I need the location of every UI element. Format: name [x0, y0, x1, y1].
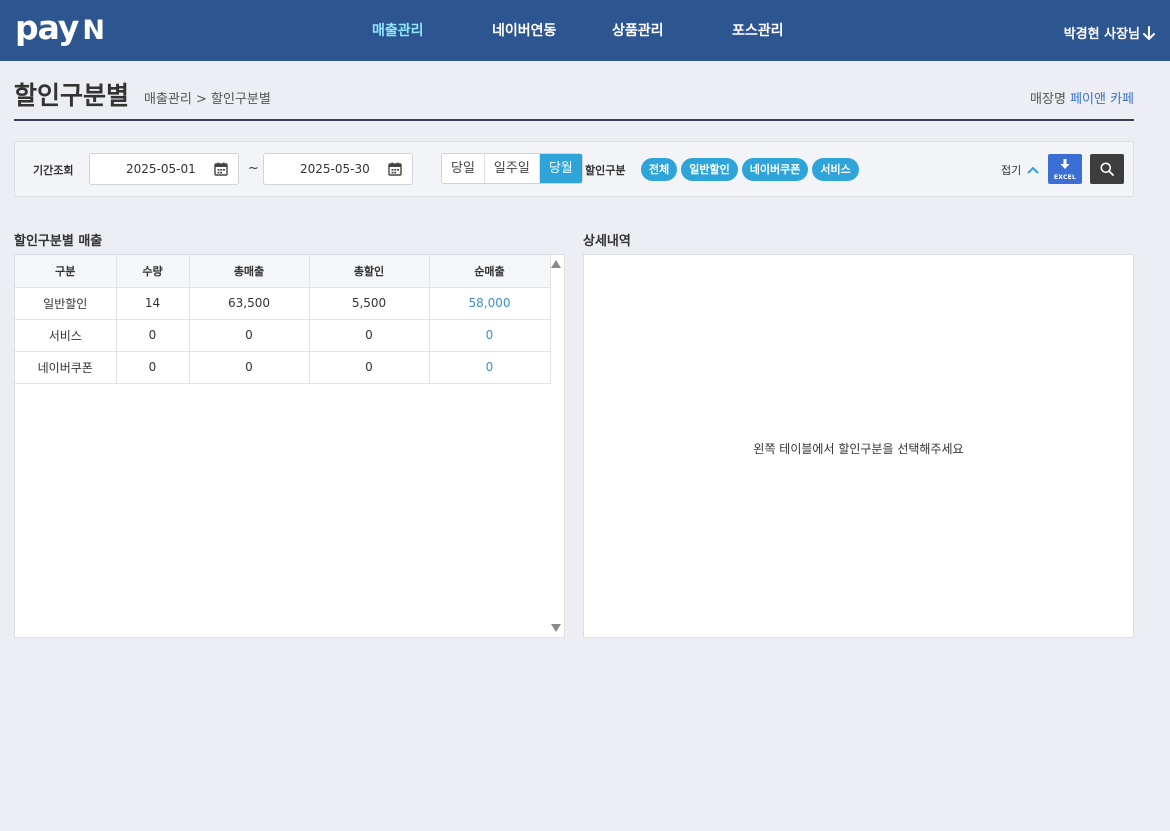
chevron-up-icon: [1027, 166, 1039, 174]
table-cell: 일반할인: [15, 287, 117, 320]
table-cell: 0: [309, 319, 430, 352]
store-info: 매장명 페이앤 카페: [1030, 92, 1134, 108]
breadcrumb: 매출관리 > 할인구분별: [144, 92, 271, 107]
nav-naver-integration[interactable]: 네이버연동: [492, 22, 556, 40]
filter-bar: 기간조회 2025-05-01 ~ 2025-05-30 당일 일주일 당월 할…: [14, 141, 1134, 197]
calendar-icon[interactable]: [388, 162, 402, 176]
search-button[interactable]: [1090, 154, 1124, 184]
left-panel-title: 할인구분별 매출: [14, 234, 103, 249]
logo-text: pay: [15, 8, 79, 47]
range-week-button[interactable]: 일주일: [485, 154, 540, 183]
column-header[interactable]: 수량: [116, 255, 190, 288]
arrow-down-icon: [1143, 25, 1155, 40]
excel-download-button[interactable]: EXCEL: [1048, 154, 1082, 184]
chip-general-discount[interactable]: 일반할인: [681, 158, 738, 181]
discount-type-chips: 전체 일반할인 네이버쿠폰 서비스: [641, 158, 859, 181]
scroll-up-arrow-icon[interactable]: [551, 260, 561, 268]
range-selector: 당일 일주일 당월: [441, 153, 583, 184]
table-cell: 0: [429, 351, 551, 384]
table-cell: 5,500: [309, 287, 430, 320]
table-cell: 63,500: [189, 287, 310, 320]
empty-state-message: 왼쪽 테이블에서 할인구분을 선택해주세요: [753, 442, 964, 456]
period-label: 기간조회: [33, 164, 74, 177]
start-date-input[interactable]: 2025-05-01: [89, 153, 239, 185]
table-row[interactable]: 네이버쿠폰 0 0 0 0: [15, 351, 551, 384]
column-header[interactable]: 구분: [15, 255, 117, 288]
end-date-value: 2025-05-30: [300, 162, 370, 176]
right-panel-title: 상세내역: [583, 234, 631, 249]
title-divider: [14, 119, 1134, 121]
start-date-value: 2025-05-01: [126, 162, 196, 176]
payn-logo[interactable]: pay N: [15, 8, 105, 51]
table-cell: 0: [116, 319, 190, 352]
top-navigation-bar: pay N 매출관리 네이버연동 상품관리 포스관리 박경현 사장님: [0, 0, 1170, 61]
fold-label: 접기: [1001, 164, 1022, 177]
table-cell: 0: [116, 351, 190, 384]
end-date-input[interactable]: 2025-05-30: [263, 153, 413, 185]
nav-product-management[interactable]: 상품관리: [612, 22, 664, 40]
vertical-scrollbar[interactable]: [548, 255, 564, 637]
discount-sales-table: 구분 수량 총매출 총할인 순매출 일반할인 14 63,500 5,500 5…: [15, 255, 551, 384]
table-cell: 0: [309, 351, 430, 384]
user-menu[interactable]: 박경현 사장님: [1064, 23, 1156, 42]
column-header[interactable]: 총할인: [309, 255, 430, 288]
chip-naver-coupon[interactable]: 네이버쿠폰: [741, 158, 809, 181]
store-name: 페이앤 카페: [1070, 92, 1134, 107]
fold-toggle[interactable]: 접기: [1001, 162, 1039, 178]
discount-type-label: 할인구분: [585, 164, 626, 177]
detail-panel: 왼쪽 테이블에서 할인구분을 선택해주세요: [583, 254, 1134, 638]
table-row[interactable]: 서비스 0 0 0 0: [15, 319, 551, 352]
chip-service[interactable]: 서비스: [812, 158, 859, 181]
scroll-down-arrow-icon[interactable]: [551, 624, 561, 632]
nav-pos-management[interactable]: 포스관리: [732, 22, 784, 40]
user-name: 박경현 사장님: [1063, 27, 1140, 42]
chip-all[interactable]: 전체: [641, 158, 678, 181]
download-icon: [1060, 159, 1070, 169]
excel-label: EXCEL: [1053, 174, 1077, 181]
store-label: 매장명: [1030, 92, 1066, 107]
column-header[interactable]: 순매출: [429, 255, 551, 288]
table-cell: 58,000: [429, 287, 551, 320]
table-header-row: 구분 수량 총매출 총할인 순매출: [15, 255, 551, 288]
logo-n: N: [82, 15, 105, 46]
table-cell: 0: [189, 351, 310, 384]
discount-sales-table-panel: 구분 수량 총매출 총할인 순매출 일반할인 14 63,500 5,500 5…: [14, 254, 565, 638]
date-separator: ~: [248, 161, 259, 176]
table-cell: 0: [189, 319, 310, 352]
table-cell: 14: [116, 287, 190, 320]
range-today-button[interactable]: 당일: [442, 154, 485, 183]
table-cell: 네이버쿠폰: [15, 351, 117, 384]
nav-sales-management[interactable]: 매출관리: [372, 22, 424, 40]
table-row[interactable]: 일반할인 14 63,500 5,500 58,000: [15, 287, 551, 320]
column-header[interactable]: 총매출: [189, 255, 310, 288]
calendar-icon[interactable]: [214, 162, 228, 176]
search-icon: [1100, 162, 1114, 176]
table-cell: 0: [429, 319, 551, 352]
page-title: 할인구분별: [14, 81, 130, 110]
table-cell: 서비스: [15, 319, 117, 352]
range-month-button[interactable]: 당월: [539, 154, 582, 183]
